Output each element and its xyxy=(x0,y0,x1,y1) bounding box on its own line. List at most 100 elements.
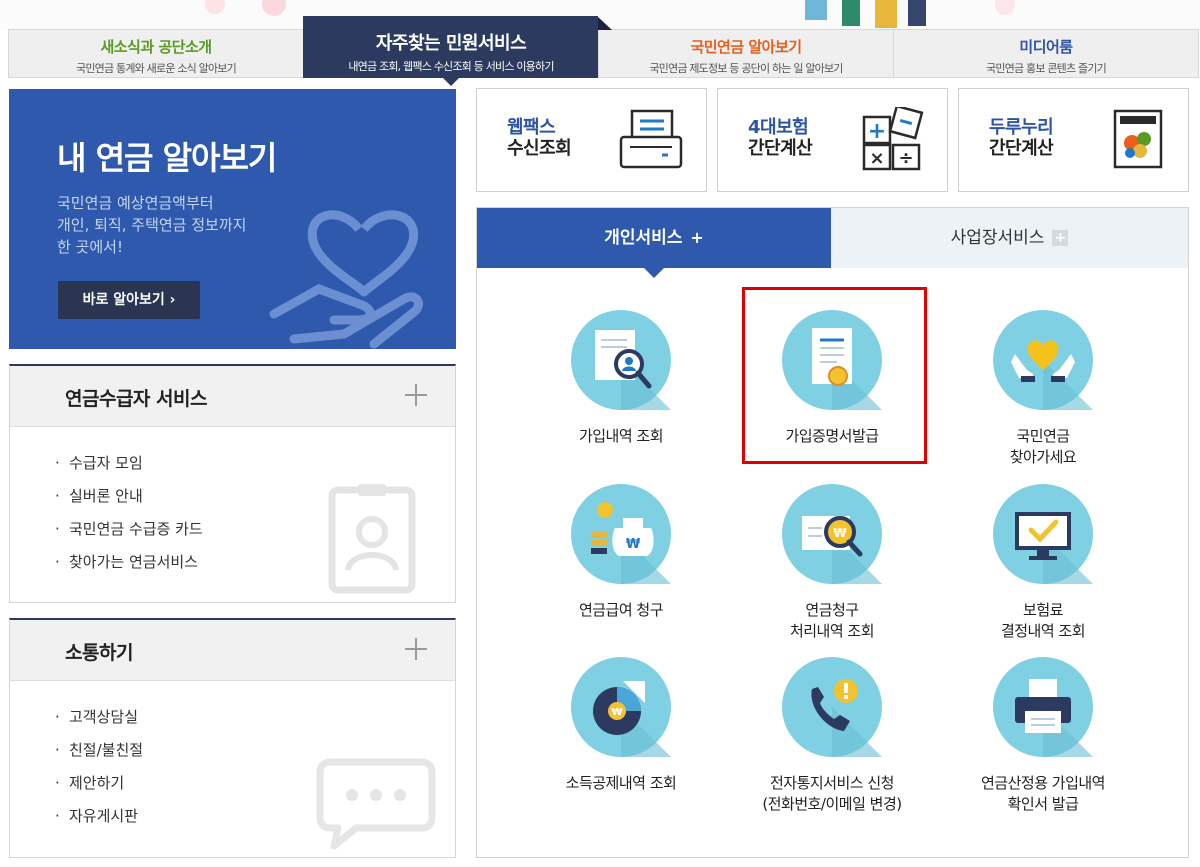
monitor-check-icon xyxy=(993,484,1093,584)
service-label: 보험료 결정내역 조회 xyxy=(938,600,1148,642)
card-title: 수신조회 xyxy=(507,138,572,159)
list-item[interactable]: 고객상담실 xyxy=(55,707,143,740)
card-title: 간단계산 xyxy=(989,138,1054,159)
speech-bubble-icon xyxy=(316,758,436,850)
people-illustration xyxy=(805,0,926,28)
tab-fold-decoration xyxy=(598,17,612,30)
pension-link-list: 수급자 모임 실버론 안내 국민연금 수급증 카드 찾아가는 연금서비스 xyxy=(55,453,203,585)
tab-subtitle: 국민연금 홍보 콘텐츠 즐기기 xyxy=(986,62,1107,75)
svg-text:×: × xyxy=(869,148,884,169)
svg-text:₩: ₩ xyxy=(626,537,641,552)
heart-hands-icon xyxy=(993,310,1093,410)
promo-desc-line: 국민연금 예상연금액부터 xyxy=(57,194,214,212)
service-benefit-claim[interactable]: ₩ 연금급여 청구 xyxy=(516,484,726,621)
phone-alert-icon xyxy=(782,657,882,757)
durunuri-icon xyxy=(1113,109,1163,169)
fax-icon xyxy=(619,109,683,169)
svg-text:₩: ₩ xyxy=(833,526,847,540)
service-label: 연금급여 청구 xyxy=(516,600,726,621)
main-category-tabs: 새소식과 공단소개 국민연금 통계와 새로운 소식 알아보기 자주찾는 민원서비… xyxy=(8,16,1200,86)
tab-subtitle: 국민연금 제도정보 등 공단이 하는 일 알아보기 xyxy=(649,62,843,75)
comm-link-list: 고객상담실 친절/불친절 제안하기 자유게시판 xyxy=(55,707,143,839)
tab-label: 사업장서비스 xyxy=(950,228,1045,248)
service-certificate-issue[interactable]: 가입증명서발급 xyxy=(727,310,937,447)
label-line: 보험료 xyxy=(1023,601,1063,619)
document-search-icon xyxy=(571,310,671,410)
promo-go-button[interactable]: 바로 알아보기 › xyxy=(58,281,200,319)
tab-title: 국민연금 알아보기 xyxy=(690,38,802,56)
list-item[interactable]: 친절/불친절 xyxy=(55,740,143,773)
id-card-icon xyxy=(328,484,416,594)
label-line: 소득공제내역 조회 xyxy=(565,774,677,792)
heart-deco-icon xyxy=(995,0,1015,15)
pie-chart-icon: ₩ xyxy=(571,657,671,757)
label-line: 연금급여 청구 xyxy=(578,601,664,619)
service-subscription-history[interactable]: 가입내역 조회 xyxy=(516,310,726,447)
service-label: 가입증명서발급 xyxy=(727,426,937,447)
service-find-pension[interactable]: 국민연금 찾아가세요 xyxy=(938,310,1148,468)
promo-title: 내 연금 알아보기 xyxy=(57,139,277,177)
webfax-receipt-card[interactable]: 웹팩스 수신조회 xyxy=(476,88,707,192)
heart-deco-icon xyxy=(205,0,225,14)
tab-label: 개인서비스 xyxy=(604,228,683,248)
durunuri-calc-card[interactable]: 두루누리 간단계산 xyxy=(958,88,1189,192)
svg-text:+: + xyxy=(868,119,886,144)
plus-icon: + xyxy=(690,228,704,247)
promo-desc-line: 개인, 퇴직, 주택연금 정보까지 xyxy=(57,216,247,234)
tab-subtitle: 내연금 조회, 웹팩스 수신조회 등 서비스 이용하기 xyxy=(348,60,554,73)
service-pension-certificate[interactable]: 연금산정용 가입내역 확인서 발급 xyxy=(938,657,1148,815)
tab-title: 새소식과 공단소개 xyxy=(100,38,212,56)
promo-desc-line: 한 곳에서! xyxy=(57,238,123,256)
pension-recipient-box: 연금수급자 서비스 수급자 모임 실버론 안내 국민연금 수급증 카드 찾아가는… xyxy=(9,364,456,603)
label-line: 연금산정용 가입내역 xyxy=(981,774,1105,792)
tab-subtitle: 국민연금 통계와 새로운 소식 알아보기 xyxy=(76,62,237,75)
list-item[interactable]: 제안하기 xyxy=(55,773,143,806)
list-item[interactable]: 실버론 안내 xyxy=(55,486,203,519)
label-line: 확인서 발급 xyxy=(1007,795,1079,813)
tab-civil-service[interactable]: 자주찾는 민원서비스 내연금 조회, 웹팩스 수신조회 등 서비스 이용하기 xyxy=(303,16,612,86)
tab-title: 미디어룸 xyxy=(1019,38,1073,56)
label-line: 결정내역 조회 xyxy=(1000,622,1086,640)
box-header: 소통하기 xyxy=(10,620,455,681)
hand-heart-icon xyxy=(269,210,423,349)
tab-title: 자주찾는 민원서비스 xyxy=(375,33,527,54)
svg-text:₩: ₩ xyxy=(611,707,622,718)
tab-pension-info[interactable]: 국민연금 알아보기 국민연금 제도정보 등 공단이 하는 일 알아보기 xyxy=(598,29,893,78)
label-line: 전자통지서비스 신청 xyxy=(770,774,894,792)
service-claim-status[interactable]: ₩ 연금청구 처리내역 조회 xyxy=(727,484,937,642)
my-pension-promo: 내 연금 알아보기 국민연금 예상연금액부터 개인, 퇴직, 주택연금 정보까지… xyxy=(9,89,456,349)
service-label: 연금산정용 가입내역 확인서 발급 xyxy=(938,773,1148,815)
plus-icon: + xyxy=(1052,230,1069,246)
box-title: 소통하기 xyxy=(65,642,133,664)
svg-text:÷: ÷ xyxy=(898,148,913,169)
list-item[interactable]: 국민연금 수급증 카드 xyxy=(55,519,203,552)
card-title: 간단계산 xyxy=(748,138,813,159)
tab-business-service[interactable]: 사업장서비스 + xyxy=(831,208,1188,268)
service-label: 소득공제내역 조회 xyxy=(516,773,726,794)
claim-search-icon: ₩ xyxy=(782,484,882,584)
label-line: 국민연금 xyxy=(1016,427,1070,445)
list-item[interactable]: 자유게시판 xyxy=(55,806,143,839)
tab-news[interactable]: 새소식과 공단소개 국민연금 통계와 새로운 소식 알아보기 xyxy=(8,29,303,78)
label-line: (전화번호/이메일 변경) xyxy=(762,795,902,813)
service-premium-decision[interactable]: 보험료 결정내역 조회 xyxy=(938,484,1148,642)
four-insurance-calc-card[interactable]: 4대보험 간단계산 + × ÷ xyxy=(717,88,948,192)
service-label: 연금청구 처리내역 조회 xyxy=(727,600,937,642)
calculator-icon: + × ÷ xyxy=(862,107,924,171)
box-header: 연금수급자 서비스 xyxy=(10,366,455,427)
plus-icon[interactable] xyxy=(405,637,429,661)
list-item[interactable]: 수급자 모임 xyxy=(55,453,203,486)
label-line: 찾아가세요 xyxy=(1009,448,1077,466)
plus-icon[interactable] xyxy=(405,383,429,407)
communication-box: 소통하기 고객상담실 친절/불친절 제안하기 자유게시판 xyxy=(9,618,456,858)
certificate-icon xyxy=(782,310,882,410)
service-income-deduction[interactable]: ₩ 소득공제내역 조회 xyxy=(516,657,726,794)
tab-media-room[interactable]: 미디어룸 국민연금 홍보 콘텐츠 즐기기 xyxy=(893,29,1199,78)
label-line: 가입내역 조회 xyxy=(578,427,664,445)
service-label: 전자통지서비스 신청 (전화번호/이메일 변경) xyxy=(727,773,937,815)
money-bag-icon: ₩ xyxy=(571,484,671,584)
service-e-notice[interactable]: 전자통지서비스 신청 (전화번호/이메일 변경) xyxy=(727,657,937,815)
label-line: 연금청구 xyxy=(805,601,859,619)
list-item[interactable]: 찾아가는 연금서비스 xyxy=(55,552,203,585)
tab-personal-service[interactable]: 개인서비스 + xyxy=(477,208,831,278)
